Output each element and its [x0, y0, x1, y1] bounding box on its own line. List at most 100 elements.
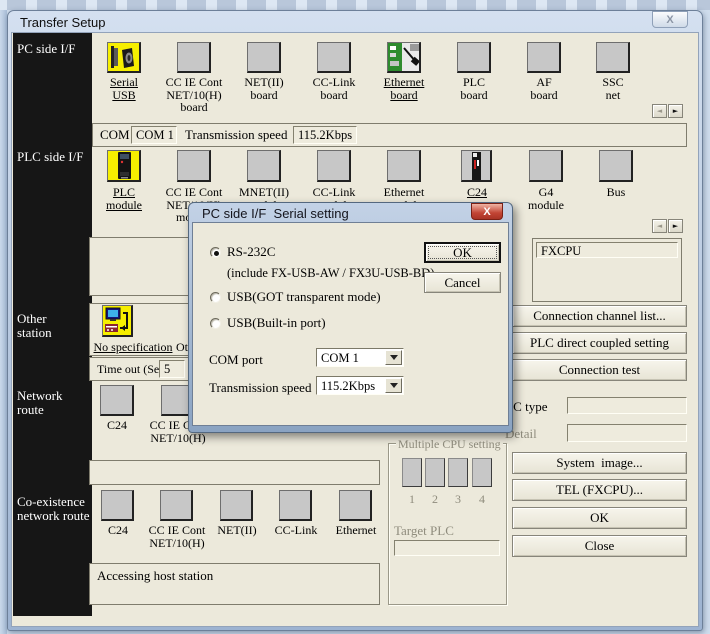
coexistence-cc-ie-icon[interactable]: [160, 490, 193, 521]
pc-side-scroll-left-icon[interactable]: ◄: [652, 104, 667, 118]
ssc-net-icon[interactable]: [596, 42, 630, 73]
pc-side-item-label: CC-Link board: [294, 76, 374, 101]
mnet2-module-icon[interactable]: [247, 150, 281, 182]
serial-setting-close-button[interactable]: X: [471, 203, 503, 220]
tel-fxcpu-button[interactable]: TEL (FXCPU)...: [512, 479, 687, 501]
chevron-down-icon: [390, 383, 398, 388]
network-route-c24-icon[interactable]: [100, 385, 134, 416]
usb-got-radio[interactable]: [210, 292, 221, 303]
close-icon: X: [666, 14, 673, 26]
sidebar-label-plc-side: PLC side I/F: [17, 150, 83, 164]
timeout-value-box: 5: [159, 360, 185, 378]
net2-board-icon[interactable]: [247, 42, 281, 73]
serial-usb-icon[interactable]: [107, 42, 141, 73]
close-button-main[interactable]: Close: [512, 535, 687, 557]
ethernet-board-icon[interactable]: [387, 42, 421, 73]
cc-link-board-icon[interactable]: [317, 42, 351, 73]
no-specification-label: No specification: [92, 341, 174, 354]
multiple-cpu-title: Multiple CPU setting: [396, 437, 503, 452]
plc-type-field: [567, 397, 687, 414]
plc-direct-coupled-button[interactable]: PLC direct coupled setting: [512, 332, 687, 354]
speed-value: 115.2Kbps: [321, 379, 375, 394]
g4-module-icon[interactable]: [529, 150, 563, 182]
cpu-slot-1-button[interactable]: [402, 458, 422, 487]
com-port-dropdown-button[interactable]: [385, 350, 402, 365]
pc-side-item-label: Serial USB: [84, 76, 164, 101]
background-app-edge: [0, 10, 7, 634]
com-label: COM: [100, 127, 130, 143]
cc-ie-cont-board-icon[interactable]: [177, 42, 211, 73]
pc-side-item-label: NET(II) board: [224, 76, 304, 101]
usb-builtin-radio-label: USB(Built-in port): [227, 315, 326, 331]
com-port-label: COM port: [209, 352, 263, 368]
plc-side-item-label: G4 module: [506, 186, 586, 211]
sidebar-label-other-station: Other station: [17, 312, 52, 340]
speed-value-box: 115.2Kbps: [293, 126, 357, 144]
cpu-slot-number: 3: [448, 493, 468, 506]
usb-builtin-radio[interactable]: [210, 318, 221, 329]
close-button[interactable]: X: [652, 11, 688, 28]
cpu-slot-number: 4: [472, 493, 492, 506]
cpu-slot-3-button[interactable]: [448, 458, 468, 487]
plc-side-item-label: PLC module: [84, 186, 164, 211]
close-icon: X: [483, 206, 490, 218]
ethernet-module-icon[interactable]: [387, 150, 421, 182]
ok-button[interactable]: OK: [512, 507, 687, 529]
speed-select[interactable]: 115.2Kbps: [316, 376, 404, 395]
modal-ok-button[interactable]: OK: [424, 242, 501, 263]
cc-ie-cont-module-icon[interactable]: [177, 150, 211, 182]
rs232c-radio-label: RS-232C: [227, 244, 275, 260]
cc-link-module-icon[interactable]: [317, 150, 351, 182]
pc-side-item-label: PLC board: [434, 76, 514, 101]
pc-side-scroll-right-icon[interactable]: ►: [668, 104, 683, 118]
plc-module-icon[interactable]: [107, 150, 141, 182]
coexistence-net2-icon[interactable]: [220, 490, 253, 521]
cpu-type-value: FXCPU: [536, 242, 678, 258]
transmission-speed-label: Transmission speed: [185, 127, 287, 143]
coexistence-ethernet-icon[interactable]: [339, 490, 372, 521]
cpu-slot-number: 2: [425, 493, 445, 506]
coexistence-label: Ethernet: [316, 524, 396, 537]
coexistence-info-box: [89, 460, 380, 485]
af-board-icon[interactable]: [527, 42, 561, 73]
system-image-button[interactable]: System image...: [512, 452, 687, 474]
plc-side-scroll-right-icon[interactable]: ►: [668, 219, 683, 233]
cpu-slot-2-button[interactable]: [425, 458, 445, 487]
pc-side-item-label: AF board: [504, 76, 584, 101]
speed-dropdown-button[interactable]: [385, 378, 402, 393]
bus-icon[interactable]: [599, 150, 633, 182]
target-plc-label: Target PLC: [394, 523, 454, 539]
connection-test-button[interactable]: Connection test: [512, 359, 687, 381]
sidebar-label-pc-side: PC side I/F: [17, 42, 76, 56]
window-title: Transfer Setup: [20, 15, 106, 30]
com-settings-bar: [92, 123, 687, 147]
plc-side-item-label: C24: [437, 186, 517, 199]
plc-side-scroll-left-icon[interactable]: ◄: [652, 219, 667, 233]
screen: Transfer Setup X PC side I/F PLC side I/…: [0, 0, 710, 634]
sidebar-label-network-route: Network route: [17, 389, 63, 417]
com-port-select[interactable]: COM 1: [316, 348, 404, 367]
usb-got-radio-label: USB(GOT transparent mode): [227, 289, 381, 305]
chevron-down-icon: [390, 355, 398, 360]
pc-side-item-label: Ethernet board: [364, 76, 444, 101]
connection-channel-list-button[interactable]: Connection channel list...: [512, 305, 687, 327]
coexistence-c24-icon[interactable]: [101, 490, 134, 521]
pc-side-item-label: CC IE Cont NET/10(H) board: [154, 76, 234, 114]
coexistence-cc-link-icon[interactable]: [279, 490, 312, 521]
plc-board-icon[interactable]: [457, 42, 491, 73]
background-app-toolbar: [0, 0, 710, 10]
modal-cancel-button[interactable]: Cancel: [424, 272, 501, 293]
target-plc-field: [394, 540, 500, 556]
com-port-value: COM 1: [321, 351, 359, 366]
cpu-slot-4-button[interactable]: [472, 458, 492, 487]
com-value-box: COM 1: [131, 126, 177, 144]
c24-icon[interactable]: [461, 150, 492, 182]
rs232c-radio[interactable]: [210, 247, 221, 258]
status-text: Accessing host station: [97, 568, 213, 584]
sidebar-label-coexistence: Co-existence network route: [17, 495, 90, 523]
serial-setting-title: PC side I/F Serial setting: [202, 206, 349, 221]
modal-speed-label: Transmission speed: [209, 380, 311, 396]
cpu-slot-number: 1: [402, 493, 422, 506]
no-specification-icon[interactable]: [102, 305, 133, 337]
detail-field: [567, 424, 687, 442]
